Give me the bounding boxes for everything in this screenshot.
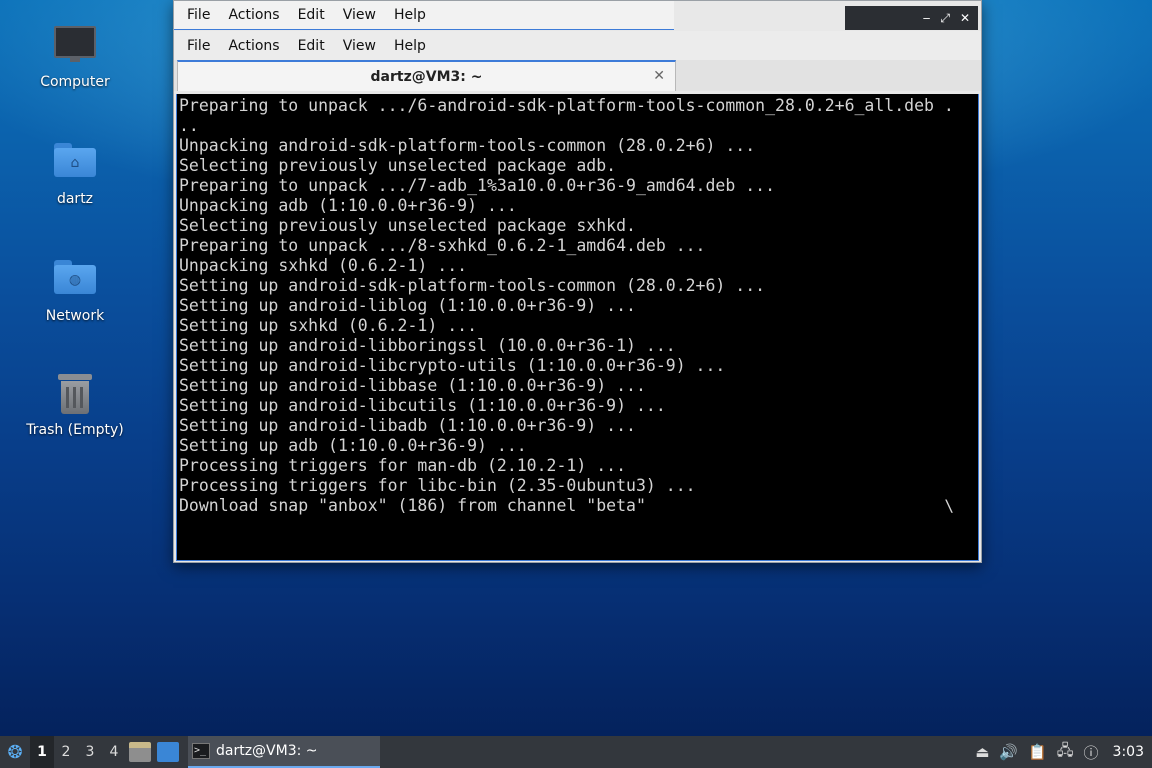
terminal-line: Setting up android-sdk-platform-tools-co… xyxy=(179,276,766,295)
update-notifier-icon[interactable]: ⏏ xyxy=(975,743,989,761)
workspace-1[interactable]: 1 xyxy=(30,736,54,768)
trash-icon xyxy=(53,374,97,418)
system-tray: ⏏ 🔊 📋 🖧 ⓘ 3:03 xyxy=(975,740,1152,765)
terminal-line: Preparing to unpack .../8-sxhkd_0.6.2-1_… xyxy=(179,236,706,255)
desktop-icon-home[interactable]: ⌂ dartz xyxy=(20,137,130,207)
menu-actions[interactable]: Actions xyxy=(219,7,288,23)
tab-bar: dartz@VM3: ~ ✕ xyxy=(174,60,981,91)
menu-file[interactable]: File xyxy=(178,7,219,23)
desktop-icon-trash[interactable]: Trash (Empty) xyxy=(20,371,130,438)
terminal-line: Setting up android-libcutils (1:10.0.0+r… xyxy=(179,396,666,415)
start-menu-icon[interactable]: ❂ xyxy=(0,736,30,768)
workspace-3[interactable]: 3 xyxy=(78,736,102,768)
terminal-output[interactable]: Preparing to unpack .../6-android-sdk-pl… xyxy=(176,94,979,561)
terminal-line: Setting up android-libbase (1:10.0.0+r36… xyxy=(179,376,646,395)
computer-icon xyxy=(53,26,97,70)
tab-close-icon[interactable]: ✕ xyxy=(653,68,665,84)
desktop-icon-network[interactable]: ◍ Network xyxy=(20,254,130,324)
workspace-2[interactable]: 2 xyxy=(54,736,78,768)
menu-help[interactable]: Help xyxy=(385,7,435,23)
terminal-line: Selecting previously unselected package … xyxy=(179,216,636,235)
terminal-line: Setting up android-libboringssl (10.0.0+… xyxy=(179,336,676,355)
menubar-outer: File Actions Edit View Help xyxy=(174,1,674,30)
volume-icon[interactable]: 🔊 xyxy=(999,743,1018,761)
desktop-icon-computer[interactable]: Computer xyxy=(20,20,130,90)
terminal-line: Setting up android-liblog (1:10.0.0+r36-… xyxy=(179,296,636,315)
network-icon[interactable]: 🖧 xyxy=(1057,740,1074,765)
desktop-icon-label: Trash (Empty) xyxy=(26,422,124,438)
terminal-line: Setting up sxhkd (0.6.2-1) ... xyxy=(179,316,478,335)
menu-edit[interactable]: Edit xyxy=(289,38,334,54)
menubar-inner: File Actions Edit View Help xyxy=(174,31,981,60)
network-folder-icon: ◍ xyxy=(53,260,97,304)
menu-file[interactable]: File xyxy=(178,38,219,54)
clock[interactable]: 3:03 xyxy=(1113,744,1144,760)
menu-view[interactable]: View xyxy=(334,7,385,23)
menu-help[interactable]: Help xyxy=(385,38,435,54)
terminal-line: Download snap "anbox" (186) from channel… xyxy=(179,496,646,515)
terminal-line: Selecting previously unselected package … xyxy=(179,156,617,175)
show-desktop-icon[interactable] xyxy=(157,742,179,762)
tab-terminal[interactable]: dartz@VM3: ~ ✕ xyxy=(177,60,676,91)
taskbar-item-terminal[interactable]: >_ dartz@VM3: ~ xyxy=(188,736,380,768)
minimize-icon[interactable]: ‒ xyxy=(923,11,931,25)
menu-actions[interactable]: Actions xyxy=(219,38,288,54)
close-icon[interactable]: ✕ xyxy=(960,11,970,25)
home-folder-icon: ⌂ xyxy=(53,143,97,187)
terminal-line: Processing triggers for man-db (2.10.2-1… xyxy=(179,456,627,475)
terminal-line: Setting up android-libadb (1:10.0.0+r36-… xyxy=(179,416,636,435)
file-manager-launcher-icon[interactable] xyxy=(129,742,151,762)
terminal-line: Unpacking sxhkd (0.6.2-1) ... xyxy=(179,256,468,275)
terminal-line: Preparing to unpack .../6-android-sdk-pl… xyxy=(179,96,954,115)
notification-icon[interactable]: ⓘ xyxy=(1084,742,1099,763)
terminal-line: Setting up android-libcrypto-utils (1:10… xyxy=(179,356,726,375)
terminal-icon: >_ xyxy=(192,743,210,759)
desktop-icon-label: dartz xyxy=(56,191,94,207)
terminal-line: Unpacking android-sdk-platform-tools-com… xyxy=(179,136,756,155)
terminal-line: Preparing to unpack .../7-adb_1%3a10.0.0… xyxy=(179,176,776,195)
desktop-icon-label: Computer xyxy=(40,74,110,90)
restore-icon[interactable]: ⤢ xyxy=(940,11,950,26)
taskbar: ❂ 1 2 3 4 >_ dartz@VM3: ~ ⏏ 🔊 📋 🖧 ⓘ 3:03 xyxy=(0,736,1152,768)
progress-spinner: \ xyxy=(944,496,954,515)
workspace-4[interactable]: 4 xyxy=(102,736,126,768)
terminal-line: .. xyxy=(179,116,199,135)
terminal-window[interactable]: File Actions Edit View Help ‒ ⤢ ✕ File A… xyxy=(173,0,982,563)
taskbar-item-label: dartz@VM3: ~ xyxy=(216,743,318,759)
menu-view[interactable]: View xyxy=(334,38,385,54)
clipboard-icon[interactable]: 📋 xyxy=(1028,743,1047,761)
terminal-line: Unpacking adb (1:10.0.0+r36-9) ... xyxy=(179,196,517,215)
menu-edit[interactable]: Edit xyxy=(289,7,334,23)
window-controls: ‒ ⤢ ✕ xyxy=(845,6,978,30)
terminal-line: Setting up adb (1:10.0.0+r36-9) ... xyxy=(179,436,527,455)
terminal-line: Processing triggers for libc-bin (2.35-0… xyxy=(179,476,696,495)
tab-title: dartz@VM3: ~ xyxy=(370,68,483,85)
desktop-icon-label: Network xyxy=(45,308,105,324)
